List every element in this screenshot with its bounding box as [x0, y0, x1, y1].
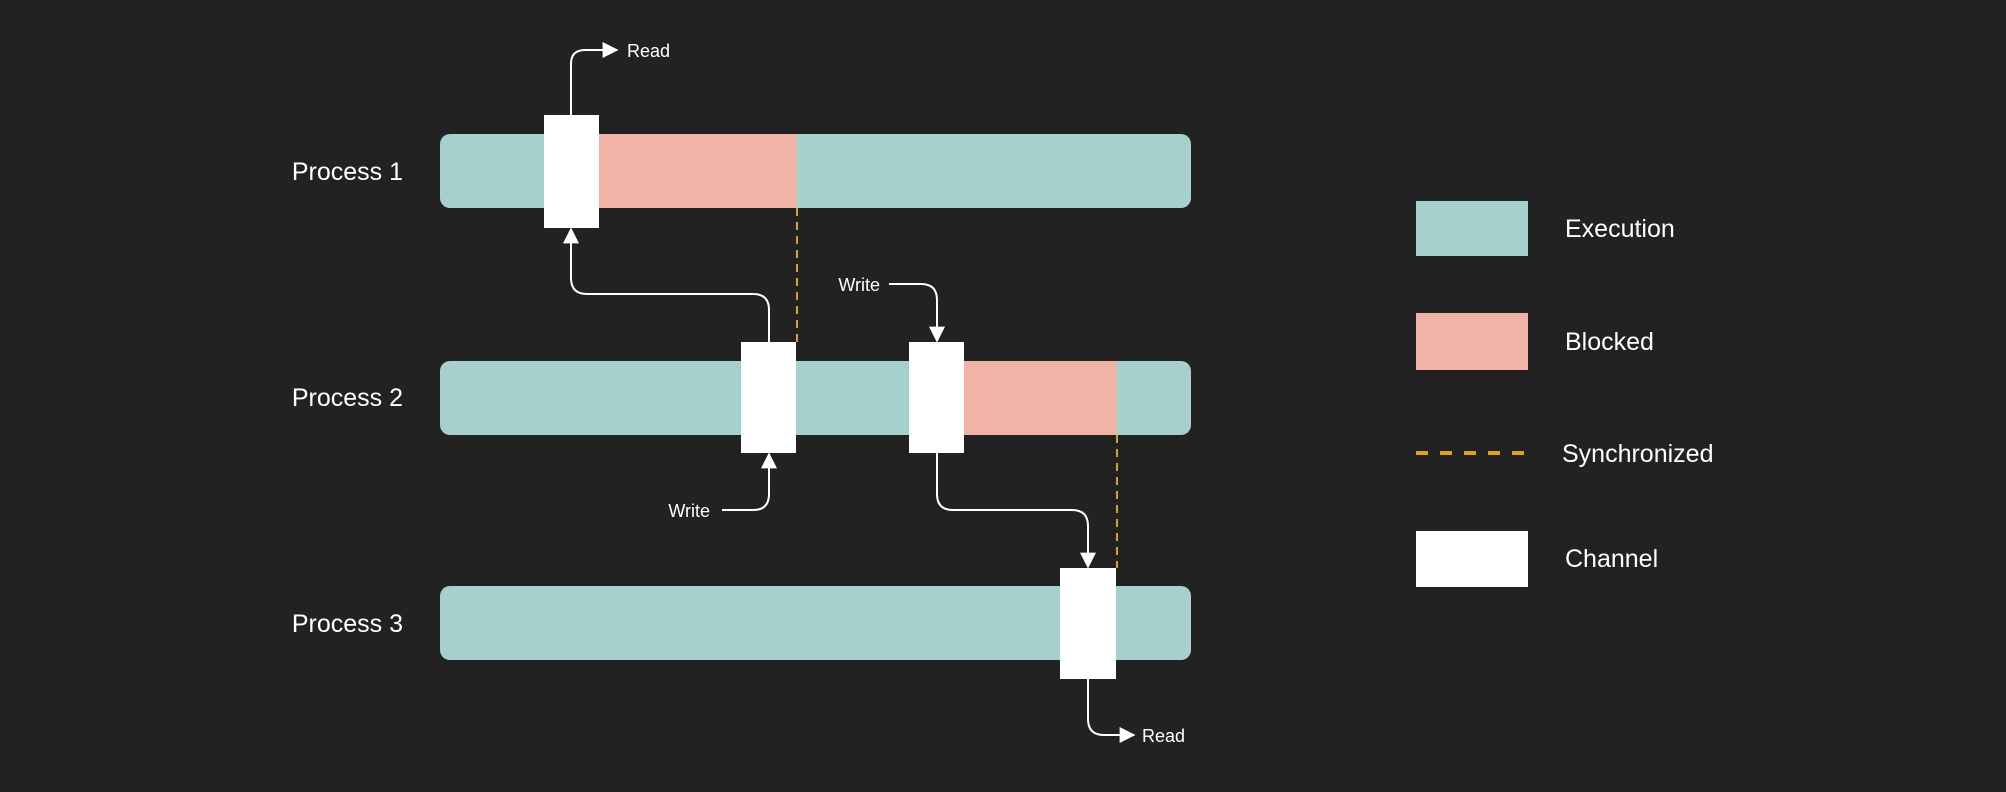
write-arrow-2	[889, 283, 945, 343]
process-sync-diagram: Process 1 Process 2 Process 3 Read Write…	[292, 41, 1714, 746]
read-arrow-top	[570, 42, 619, 115]
channel-process-1	[544, 115, 599, 228]
write-label-right: Write	[838, 275, 880, 295]
read-label-top: Read	[627, 41, 670, 61]
channel-process-3	[1060, 568, 1116, 679]
legend-swatch-blocked	[1416, 313, 1528, 370]
legend-label-execution: Execution	[1565, 215, 1675, 243]
legend-swatch-channel	[1416, 531, 1528, 587]
legend-label-blocked: Blocked	[1565, 328, 1654, 356]
legend-label-synchronized: Synchronized	[1562, 440, 1713, 468]
read-label-bottom: Read	[1142, 726, 1185, 746]
process-1-label: Process 1	[292, 158, 403, 186]
process-2-blocked-segment	[964, 361, 1117, 435]
channel-transfer-arrow-1	[563, 227, 770, 342]
process-3-label: Process 3	[292, 610, 403, 638]
process-1-blocked-segment	[599, 134, 797, 208]
legend: Execution Blocked Synchronized Channel	[1416, 201, 1713, 587]
channel-process-2-b	[909, 342, 964, 453]
channel-process-2-a	[741, 342, 796, 453]
read-arrow-bottom	[1087, 679, 1136, 743]
write-label-left: Write	[668, 501, 710, 521]
legend-label-channel: Channel	[1565, 545, 1658, 573]
process-2-label: Process 2	[292, 384, 403, 412]
channel-transfer-arrow-2	[936, 453, 1096, 569]
write-arrow-1	[722, 452, 777, 511]
legend-swatch-execution	[1416, 201, 1528, 256]
